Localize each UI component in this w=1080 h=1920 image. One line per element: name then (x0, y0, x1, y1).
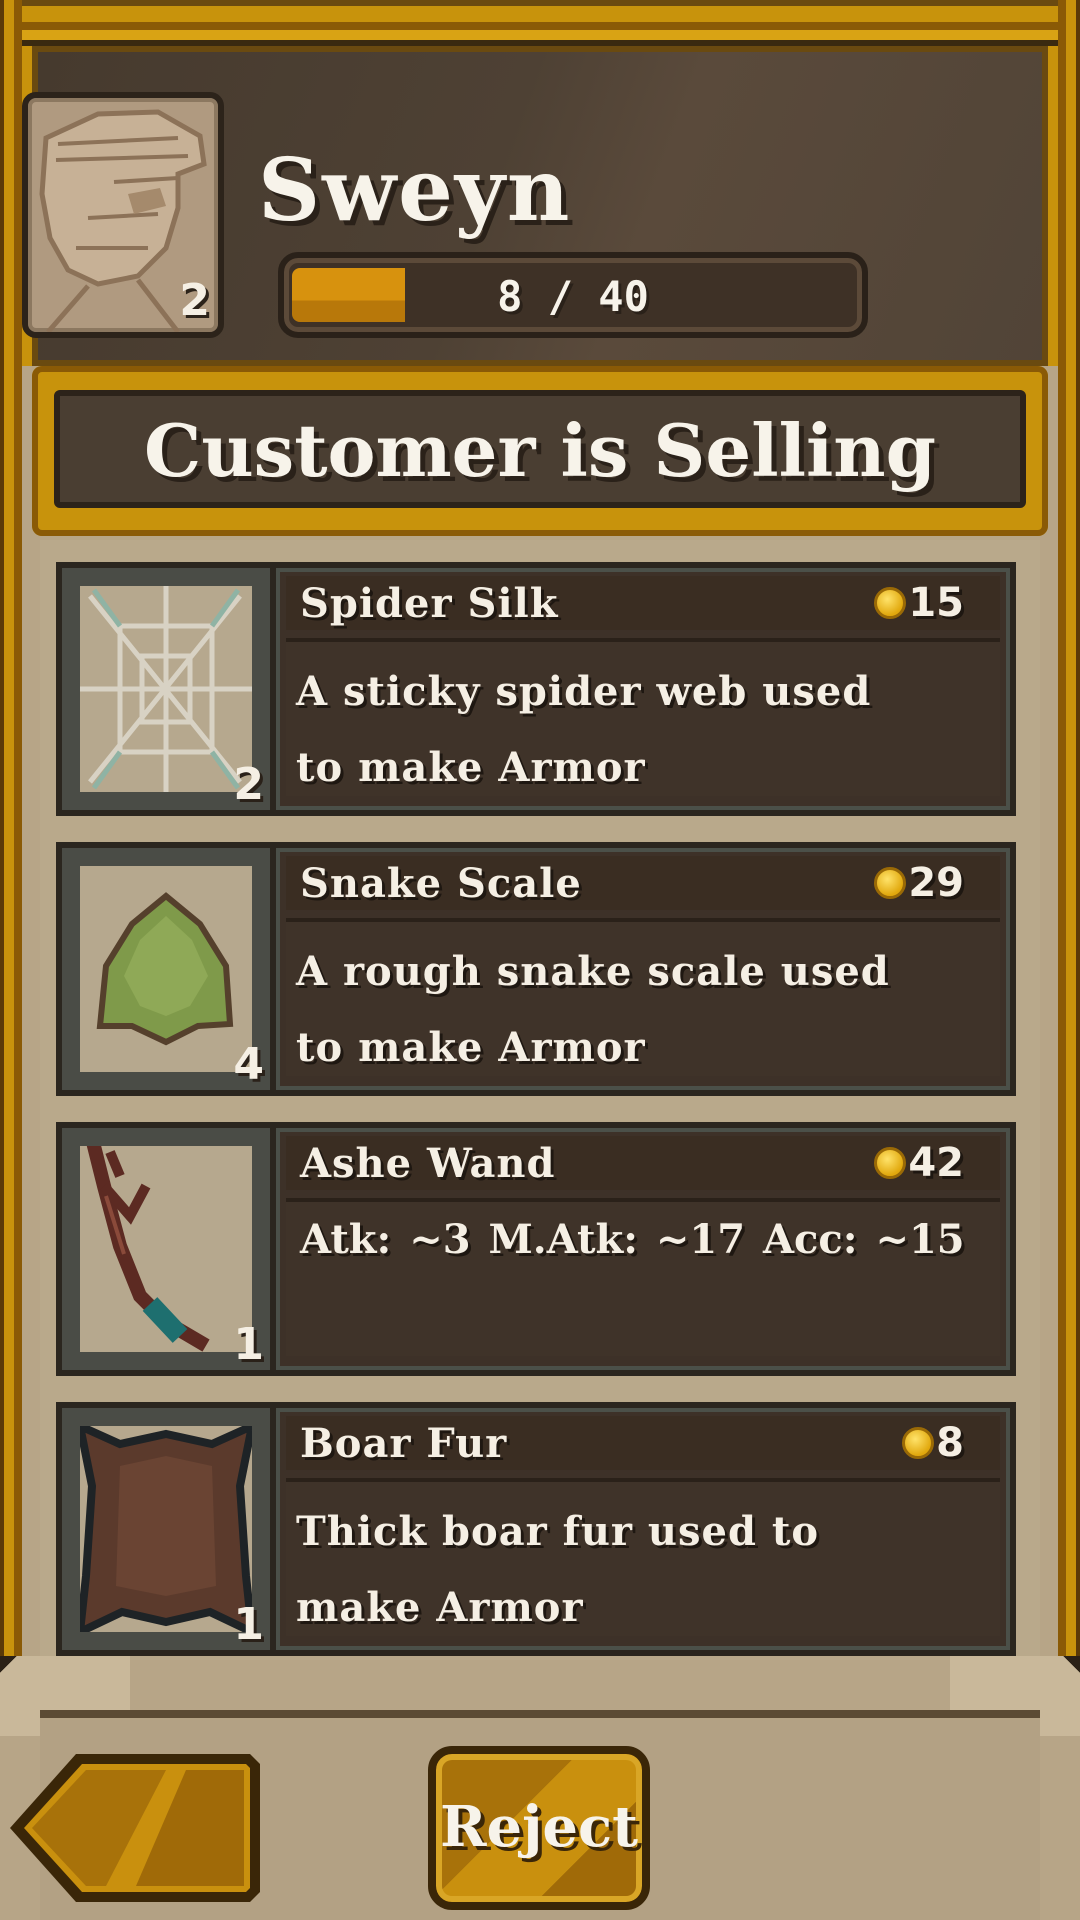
back-button[interactable] (6, 1746, 266, 1910)
item-count: 1 (233, 1599, 264, 1650)
top-frame (0, 0, 1080, 46)
item-thumbnail: 1 (56, 1122, 276, 1376)
coin-icon (874, 587, 907, 619)
item-thumbnail: 4 (56, 842, 276, 1096)
item-thumbnail: 1 (56, 1402, 276, 1656)
xp-text: 8 / 40 (497, 272, 649, 321)
reject-button[interactable]: Reject (428, 1746, 650, 1910)
item-description: A rough snake scale used to make Armor (296, 948, 890, 1071)
reject-label: Reject (439, 1794, 639, 1860)
item-stats: Atk: ~3 M.Atk: ~17 Acc: ~15 (300, 1216, 965, 1263)
item-price: 8 (902, 1420, 964, 1466)
customer-xp-bar: 8 / 40 (278, 252, 868, 338)
banner-title: Customer is Selling (144, 408, 936, 493)
ashe-wand-icon (86, 1146, 210, 1352)
customer-portrait[interactable]: 2 (22, 92, 224, 338)
item-name: Ashe Wand (300, 1140, 556, 1187)
spider-silk-icon (80, 586, 252, 792)
boar-fur-icon (80, 1426, 252, 1632)
list-item[interactable]: 2 Spider Silk 15 A sticky spider web use… (56, 562, 1016, 816)
item-thumbnail: 2 (56, 562, 276, 816)
back-arrow-icon (10, 1754, 260, 1902)
coin-icon (902, 1427, 935, 1459)
item-name: Spider Silk (300, 580, 559, 627)
item-description: Thick boar fur used to make Armor (296, 1508, 819, 1631)
list-item[interactable]: 4 Snake Scale 29 A rough snake scale use… (56, 842, 1016, 1096)
coin-icon (874, 867, 907, 899)
item-count: 4 (233, 1039, 264, 1090)
item-price: 15 (874, 580, 964, 626)
coin-icon (874, 1147, 907, 1179)
list-item[interactable]: 1 Boar Fur 8 Thick boar fur used to make… (56, 1402, 1016, 1656)
item-price: 29 (874, 860, 964, 906)
banner: Customer is Selling (54, 390, 1026, 508)
customer-name: Sweyn (258, 140, 572, 241)
item-name: Snake Scale (300, 860, 582, 907)
customer-level: 2 (179, 275, 210, 326)
item-description: A sticky spider web used to make Armor (296, 668, 872, 791)
item-name: Boar Fur (300, 1420, 508, 1467)
item-price: 42 (874, 1140, 964, 1186)
right-frame (1058, 0, 1080, 1660)
snake-scale-icon (96, 892, 234, 1046)
item-count: 2 (233, 759, 264, 810)
list-item[interactable]: 1 Ashe Wand 42 Atk: ~3 M.Atk: ~17 Acc: ~… (56, 1122, 1016, 1376)
left-frame (0, 0, 22, 1660)
item-count: 1 (233, 1319, 264, 1370)
